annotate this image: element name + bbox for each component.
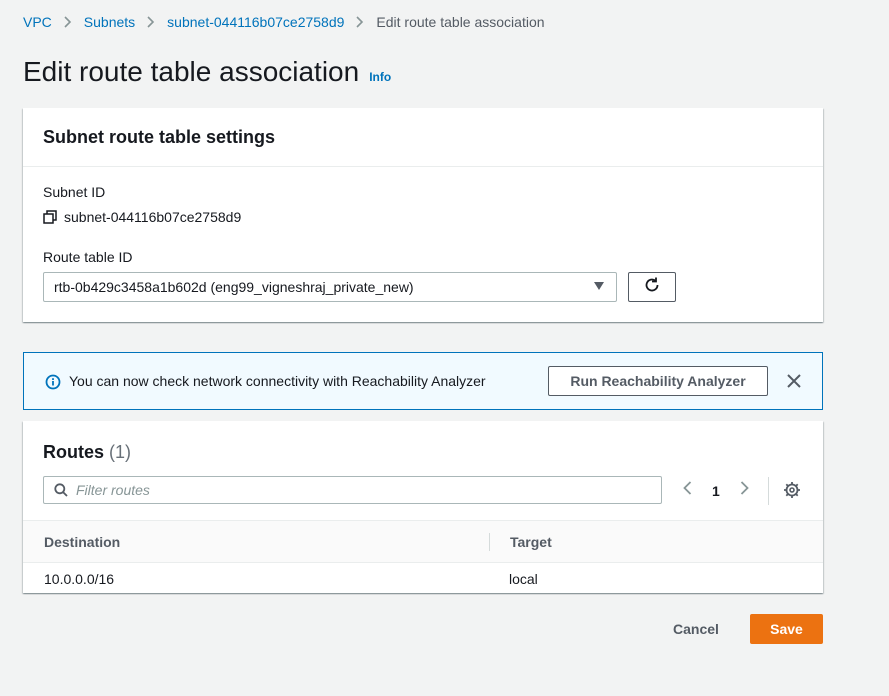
filter-routes-input[interactable]: Filter routes — [43, 476, 662, 504]
breadcrumb-current: Edit route table association — [376, 14, 545, 30]
column-header-destination[interactable]: Destination — [44, 534, 120, 550]
breadcrumb-vpc[interactable]: VPC — [23, 14, 52, 30]
refresh-button[interactable] — [628, 272, 676, 302]
route-table-id-label: Route table ID — [43, 249, 133, 265]
info-link[interactable]: Info — [369, 70, 391, 84]
breadcrumb: VPC Subnets subnet-044116b07ce2758d9 Edi… — [23, 14, 545, 30]
subnet-id-label: Subnet ID — [43, 184, 106, 200]
table-header: Destination Target — [23, 520, 823, 563]
copy-icon[interactable] — [43, 210, 57, 224]
current-page[interactable]: 1 — [712, 483, 720, 499]
next-page-icon[interactable] — [740, 481, 749, 500]
route-table-selected-value: rtb-0b429c3458a1b602d (eng99_vigneshraj_… — [54, 279, 414, 295]
routes-title: Routes — [43, 442, 105, 462]
pagination: 1 — [683, 481, 749, 500]
breadcrumb-subnets[interactable]: Subnets — [84, 14, 135, 30]
subnet-id-text: subnet-044116b07ce2758d9 — [64, 209, 242, 225]
reachability-alert: You can now check network connectivity w… — [23, 352, 823, 410]
divider — [768, 477, 769, 505]
routes-count: (1) — [109, 442, 132, 462]
info-circle-icon — [45, 374, 61, 395]
route-destination-cell: 10.0.0.0/16 — [44, 571, 115, 587]
gear-icon[interactable] — [783, 481, 801, 504]
page-header: Edit route table association Info — [23, 56, 391, 88]
run-reachability-analyzer-button[interactable]: Run Reachability Analyzer — [548, 366, 768, 396]
cancel-button[interactable]: Cancel — [660, 614, 732, 644]
chevron-right-icon — [64, 16, 72, 28]
route-table-select[interactable]: rtb-0b429c3458a1b602d (eng99_vigneshraj_… — [43, 272, 617, 302]
routes-panel: Routes (1) Filter routes 1 Destination T… — [23, 421, 823, 593]
refresh-icon — [643, 276, 661, 299]
close-icon[interactable] — [786, 373, 802, 394]
subnet-route-table-settings-panel: Subnet route table settings Subnet ID su… — [23, 108, 823, 322]
save-button[interactable]: Save — [750, 614, 823, 644]
page-title: Edit route table association — [23, 56, 360, 87]
chevron-right-icon — [356, 16, 364, 28]
prev-page-icon[interactable] — [683, 481, 692, 500]
subnet-id-value: subnet-044116b07ce2758d9 — [43, 209, 241, 225]
column-header-target[interactable]: Target — [510, 534, 552, 550]
breadcrumb-subnet-id[interactable]: subnet-044116b07ce2758d9 — [167, 14, 344, 30]
chevron-right-icon — [147, 16, 155, 28]
panel-header: Subnet route table settings — [23, 108, 823, 167]
alert-text: You can now check network connectivity w… — [69, 373, 486, 389]
search-icon — [54, 483, 68, 497]
caret-down-icon — [594, 282, 604, 290]
column-divider — [489, 533, 490, 551]
filter-placeholder: Filter routes — [76, 482, 150, 498]
route-target-cell: local — [509, 571, 538, 587]
routes-heading: Routes (1) — [43, 442, 131, 463]
